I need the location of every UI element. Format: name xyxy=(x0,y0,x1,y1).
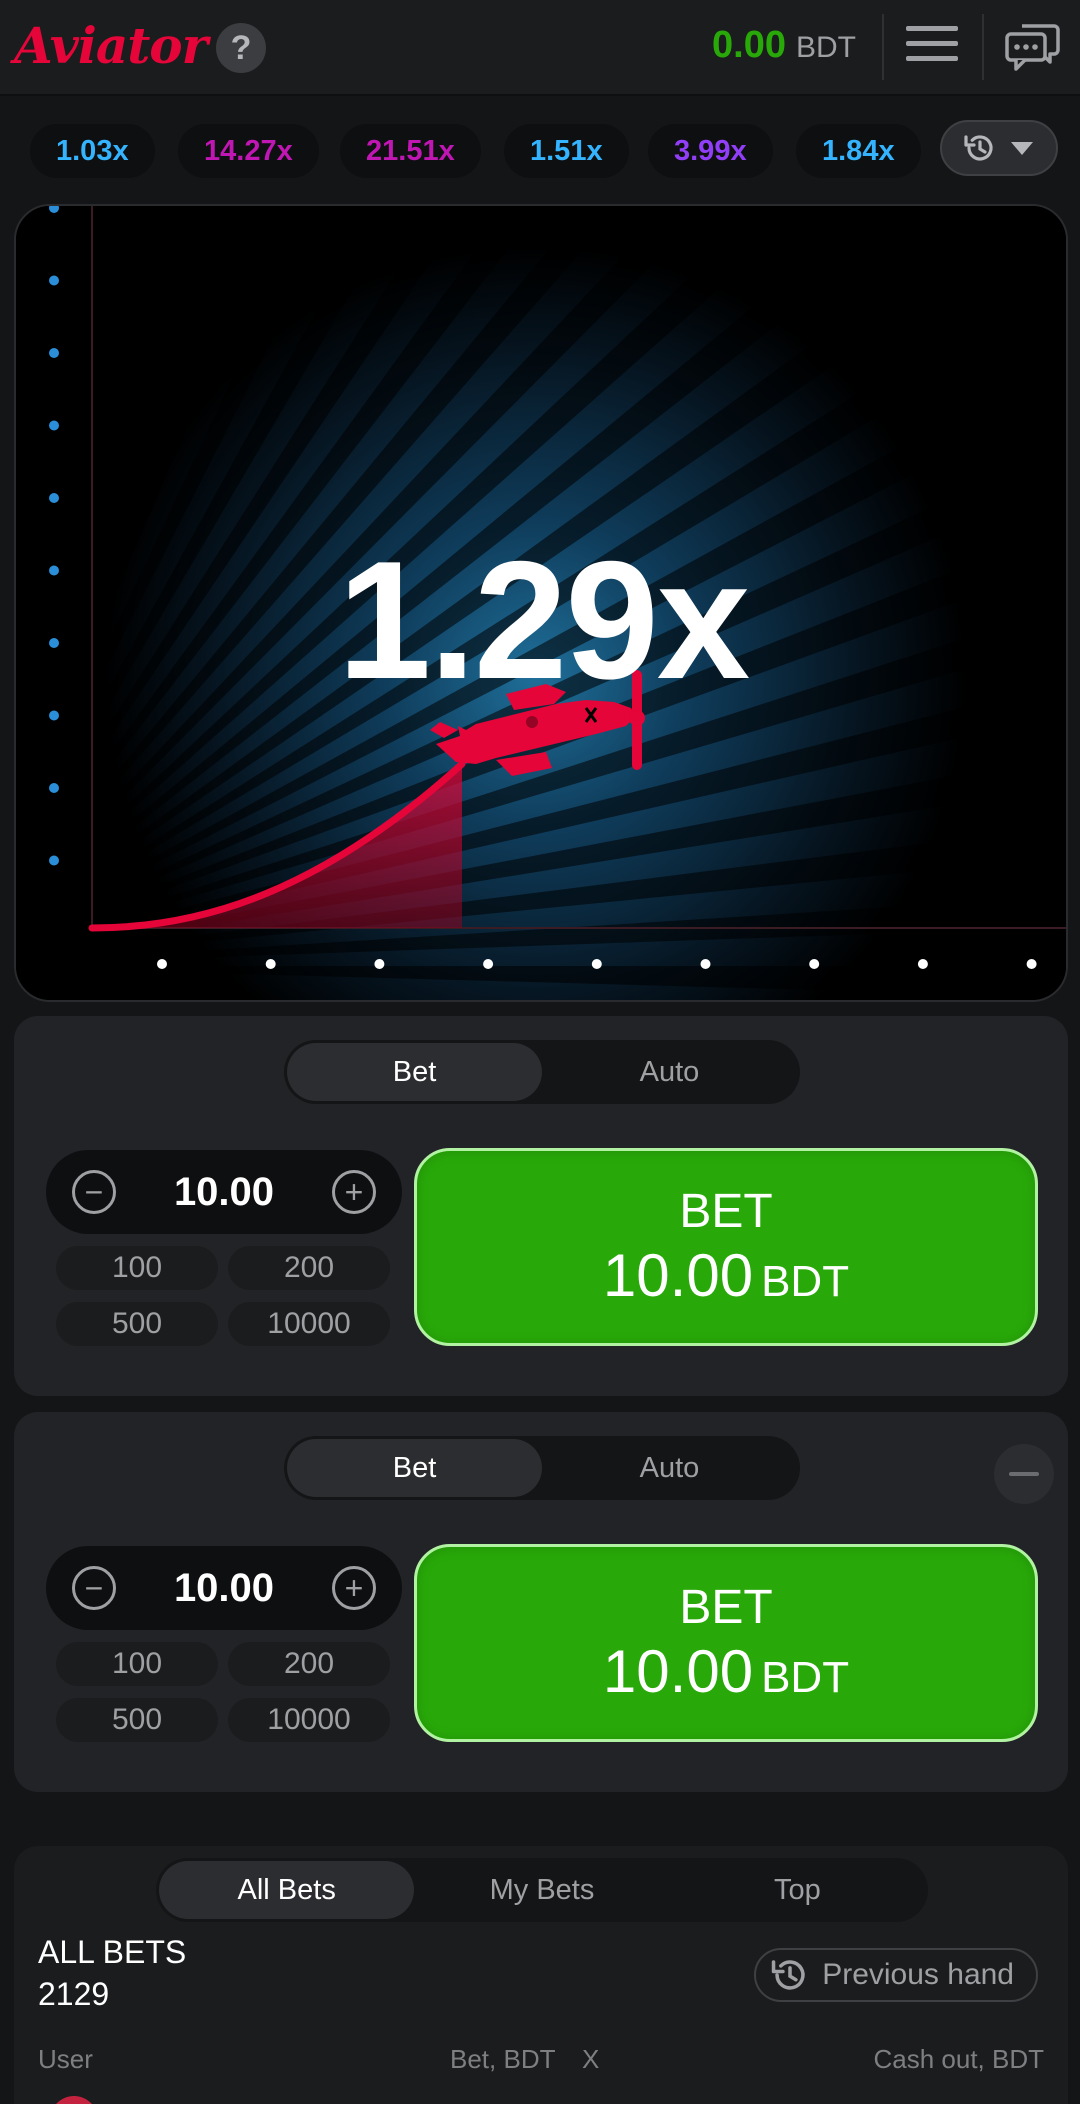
x-axis-dot xyxy=(1026,959,1037,969)
x-axis-dot xyxy=(700,959,711,969)
tab-bet[interactable]: Bet xyxy=(287,1439,542,1497)
x-axis-dot xyxy=(809,959,820,969)
history-item[interactable]: 1.84x xyxy=(796,124,921,178)
tab-my-bets[interactable]: My Bets xyxy=(414,1861,669,1919)
avatar xyxy=(50,2096,98,2104)
bet-amount-value[interactable]: 10.00 xyxy=(116,1150,332,1234)
bet-button-amount: 10.00 BDT xyxy=(602,1242,850,1309)
quick-amount-button[interactable]: 500 xyxy=(56,1698,218,1742)
help-button[interactable]: ? xyxy=(216,23,266,73)
quick-amount-button[interactable]: 100 xyxy=(56,1642,218,1686)
tab-top[interactable]: Top xyxy=(670,1861,925,1919)
history-toggle-button[interactable] xyxy=(940,120,1058,176)
bets-count: 2129 xyxy=(38,1976,110,2012)
x-axis-dot xyxy=(374,959,385,969)
y-axis-dot xyxy=(49,420,59,431)
previous-hand-button[interactable]: Previous hand xyxy=(754,1948,1038,2002)
header-divider xyxy=(882,14,884,80)
y-axis-dot xyxy=(49,275,59,286)
bets-title: ALL BETS xyxy=(38,1934,187,1970)
column-header-cashout: Cash out, BDT xyxy=(873,2044,1044,2074)
y-axis-dot xyxy=(49,493,59,503)
hamburger-menu-icon[interactable] xyxy=(906,26,958,70)
bet-amount-stepper: − 10.00 + xyxy=(46,1150,402,1234)
history-item[interactable]: 1.03x xyxy=(30,124,155,178)
game-canvas: 1.29x xyxy=(14,204,1068,1002)
chevron-down-icon xyxy=(1011,142,1033,155)
tab-all-bets[interactable]: All Bets xyxy=(159,1861,415,1919)
x-axis-dot xyxy=(917,959,928,969)
bet-amount-stepper: − 10.00 + xyxy=(46,1546,402,1630)
y-axis-dot xyxy=(49,783,59,793)
remove-panel-button[interactable] xyxy=(994,1444,1054,1504)
round-history-bar: 1.03x 14.27x 21.51x 1.51x 3.99x 1.84x xyxy=(0,96,1080,200)
history-icon xyxy=(771,1960,805,1990)
current-multiplier: 1.29x xyxy=(337,526,750,714)
quick-amount-button[interactable]: 200 xyxy=(228,1642,390,1686)
decrease-amount-button[interactable]: − xyxy=(72,1566,116,1610)
quick-amount-button[interactable]: 10000 xyxy=(228,1698,390,1742)
y-axis-dot xyxy=(49,348,59,358)
header-divider xyxy=(982,14,984,80)
x-axis-dot xyxy=(483,959,494,969)
bet-amount-value[interactable]: 10.00 xyxy=(116,1546,332,1630)
decrease-amount-button[interactable]: − xyxy=(72,1170,116,1214)
app-logo[interactable]: Aviator xyxy=(14,16,208,75)
chat-icon[interactable] xyxy=(1004,22,1060,72)
quick-amount-button[interactable]: 200 xyxy=(228,1246,390,1290)
bet-button-amount: 10.00 BDT xyxy=(602,1638,850,1705)
quick-amount-button[interactable]: 10000 xyxy=(228,1302,390,1346)
x-axis-dot xyxy=(157,959,167,969)
column-header-user: User xyxy=(38,2044,93,2074)
header-bar: Aviator ? 0.00 BDT xyxy=(0,0,1080,96)
y-axis-dot xyxy=(49,855,59,866)
tab-auto[interactable]: Auto xyxy=(542,1043,797,1101)
history-item[interactable]: 14.27x xyxy=(178,124,319,178)
balance-amount: 0.00 xyxy=(712,24,786,66)
history-item[interactable]: 21.51x xyxy=(340,124,481,178)
place-bet-button[interactable]: BET 10.00 BDT xyxy=(414,1544,1038,1742)
place-bet-button[interactable]: BET 10.00 BDT xyxy=(414,1148,1038,1346)
balance-display: 0.00 BDT xyxy=(712,24,856,67)
increase-amount-button[interactable]: + xyxy=(332,1170,376,1214)
bet-button-label: BET xyxy=(679,1185,773,1238)
x-axis-dot xyxy=(591,959,602,969)
history-item[interactable]: 1.51x xyxy=(504,124,629,178)
bet-mode-tabs: Bet Auto xyxy=(284,1040,800,1104)
column-header-bet: Bet, BDT xyxy=(450,2044,556,2074)
quick-amount-button[interactable]: 500 xyxy=(56,1302,218,1346)
bets-tabs: All Bets My Bets Top xyxy=(156,1858,928,1922)
bet-panel-1: Bet Auto − 10.00 + 100 200 500 10000 BET… xyxy=(14,1016,1068,1396)
bets-section: All Bets My Bets Top ALL BETS 2129 Previ… xyxy=(14,1846,1068,2104)
history-icon xyxy=(964,135,993,161)
column-header-x: X xyxy=(582,2044,600,2074)
increase-amount-button[interactable]: + xyxy=(332,1566,376,1610)
tab-bet[interactable]: Bet xyxy=(287,1043,542,1101)
history-item[interactable]: 3.99x xyxy=(648,124,773,178)
bet-mode-tabs: Bet Auto xyxy=(284,1436,800,1500)
x-axis-dot xyxy=(265,959,276,969)
previous-hand-label: Previous hand xyxy=(822,1958,1014,1991)
bet-button-label: BET xyxy=(679,1581,773,1634)
minus-icon xyxy=(1009,1472,1039,1476)
bet-panel-2: Bet Auto − 10.00 + 100 200 500 10000 BET… xyxy=(14,1412,1068,1792)
balance-currency: BDT xyxy=(796,31,856,64)
quick-amount-button[interactable]: 100 xyxy=(56,1246,218,1290)
tab-auto[interactable]: Auto xyxy=(542,1439,797,1497)
